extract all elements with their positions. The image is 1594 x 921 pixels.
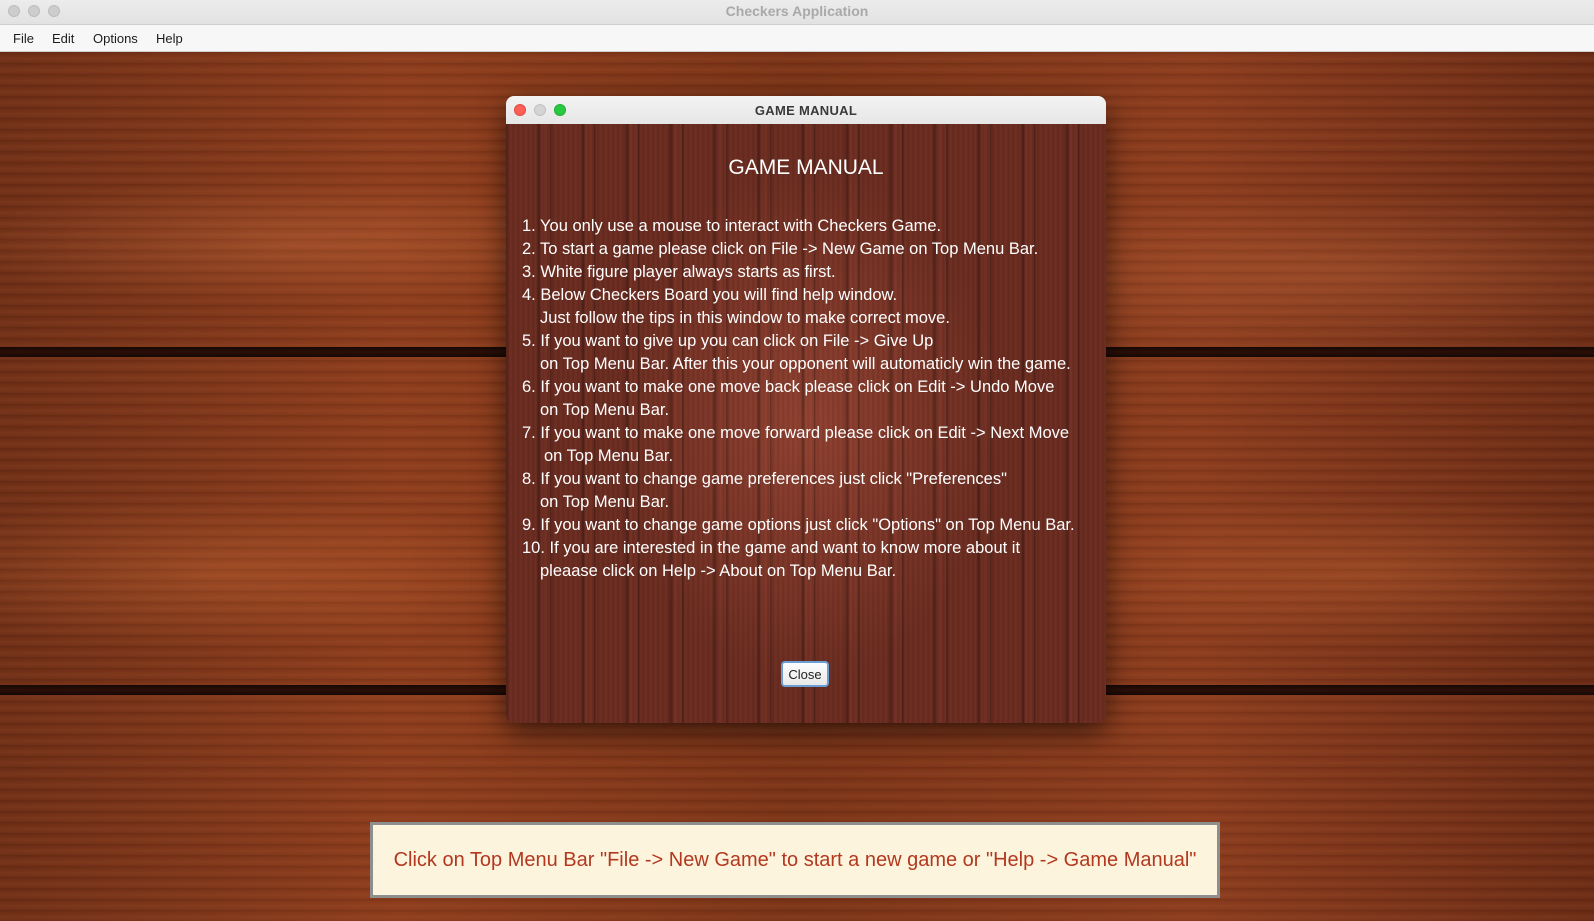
menu-help[interactable]: Help — [156, 31, 183, 46]
manual-line: 9. If you want to change game options ju… — [522, 516, 1075, 534]
menu-edit[interactable]: Edit — [52, 31, 74, 46]
app-title: Checkers Application — [725, 3, 869, 19]
menu-file[interactable]: File — [13, 31, 34, 46]
manual-heading: GAME MANUAL — [728, 156, 884, 179]
menu-options[interactable]: Options — [93, 31, 138, 46]
dialog-window-title: GAME MANUAL — [754, 103, 858, 118]
manual-line: 10. If you are interested in the game an… — [522, 539, 1021, 557]
manual-line: Just follow the tips in this window to m… — [540, 309, 950, 327]
hint-text: Click on Top Menu Bar "File -> New Game"… — [393, 848, 1197, 871]
manual-line: on Top Menu Bar. After this your opponen… — [540, 355, 1071, 373]
manual-instructions: 1. You only use a mouse to interact with… — [522, 215, 1097, 583]
help-hint-panel: Click on Top Menu Bar "File -> New Game"… — [370, 822, 1220, 898]
menu-bar: File Edit Options Help — [0, 25, 1594, 52]
manual-line: 4. Below Checkers Board you will find he… — [522, 286, 898, 304]
game-manual-dialog: GAME MANUAL GAME MANUAL 1. You only use … — [506, 96, 1106, 723]
close-button[interactable]: Close — [781, 661, 829, 687]
manual-line: 7. If you want to make one move forward … — [522, 424, 1070, 442]
manual-line: 3. White figure player always starts as … — [522, 263, 836, 281]
app-title-bar: Checkers Application — [0, 0, 1594, 25]
dialog-title-bar: GAME MANUAL — [506, 96, 1106, 125]
manual-line: 5. If you want to give up you can click … — [522, 332, 934, 350]
manual-line: 6. If you want to make one move back ple… — [522, 378, 1055, 396]
manual-line: 8. If you want to change game preference… — [522, 470, 1007, 488]
manual-line: on Top Menu Bar. — [540, 493, 670, 511]
manual-line: pleaase click on Help -> About on Top Me… — [540, 562, 897, 580]
manual-line: 2. To start a game please click on File … — [522, 240, 1039, 258]
manual-line: 1. You only use a mouse to interact with… — [522, 217, 942, 235]
dialog-body: GAME MANUAL 1. You only use a mouse to i… — [506, 124, 1106, 723]
manual-line: on Top Menu Bar. — [544, 447, 674, 465]
manual-line: on Top Menu Bar. — [540, 401, 670, 419]
